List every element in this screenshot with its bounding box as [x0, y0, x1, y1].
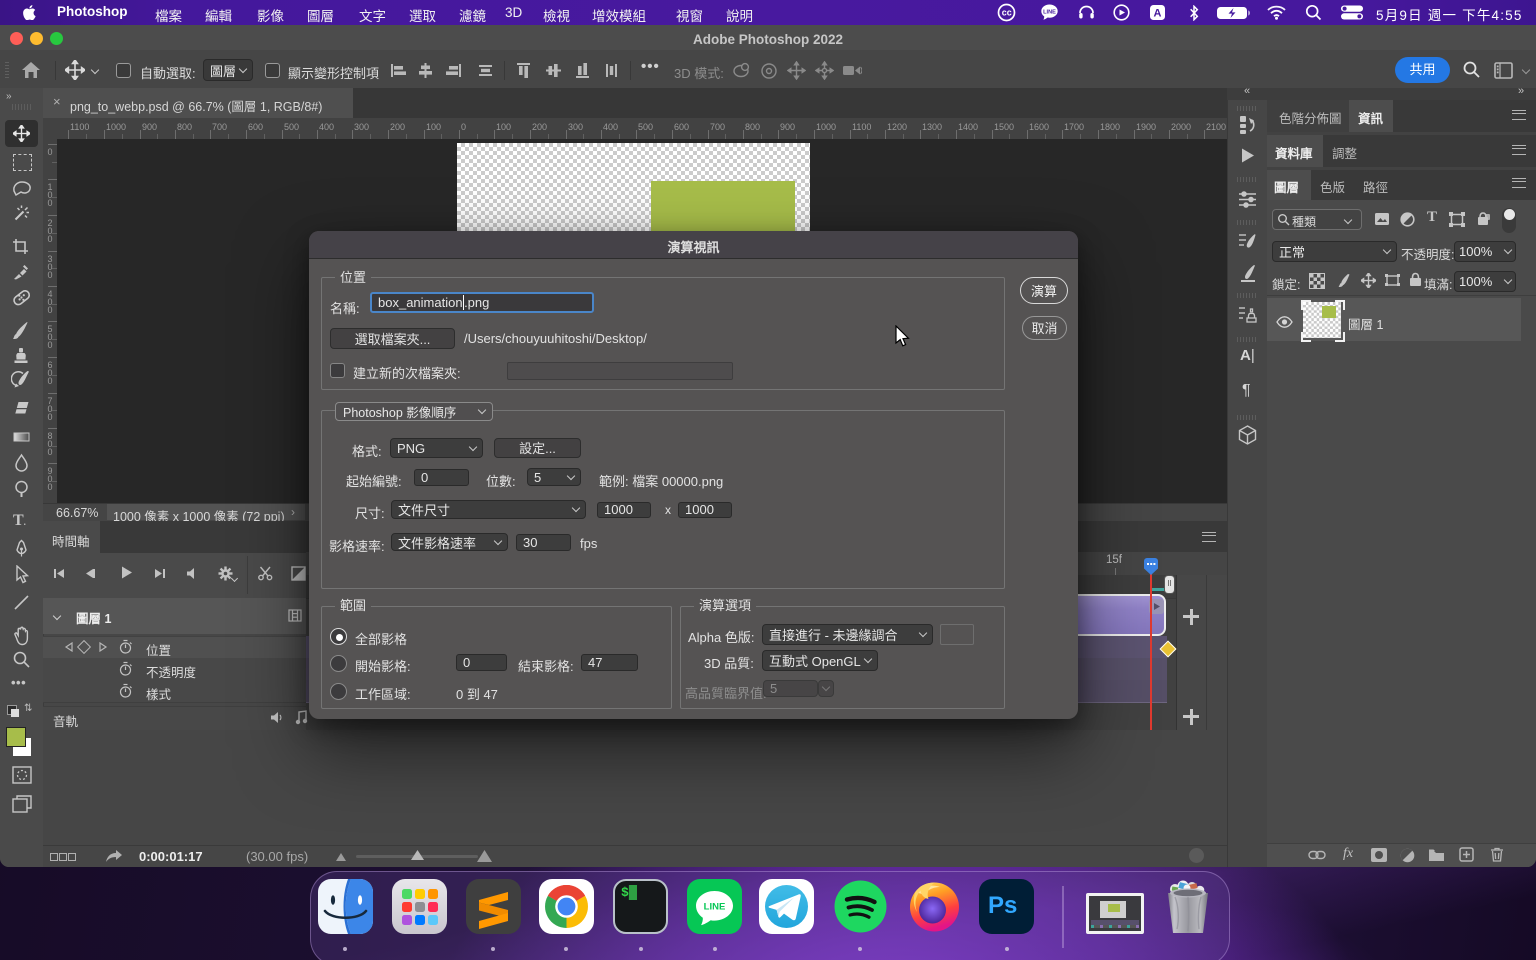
svg-text:LINE: LINE	[1043, 9, 1056, 15]
svg-text:A: A	[1154, 8, 1162, 20]
svg-text:LINE: LINE	[704, 902, 726, 913]
svg-text:cc: cc	[1002, 8, 1012, 18]
